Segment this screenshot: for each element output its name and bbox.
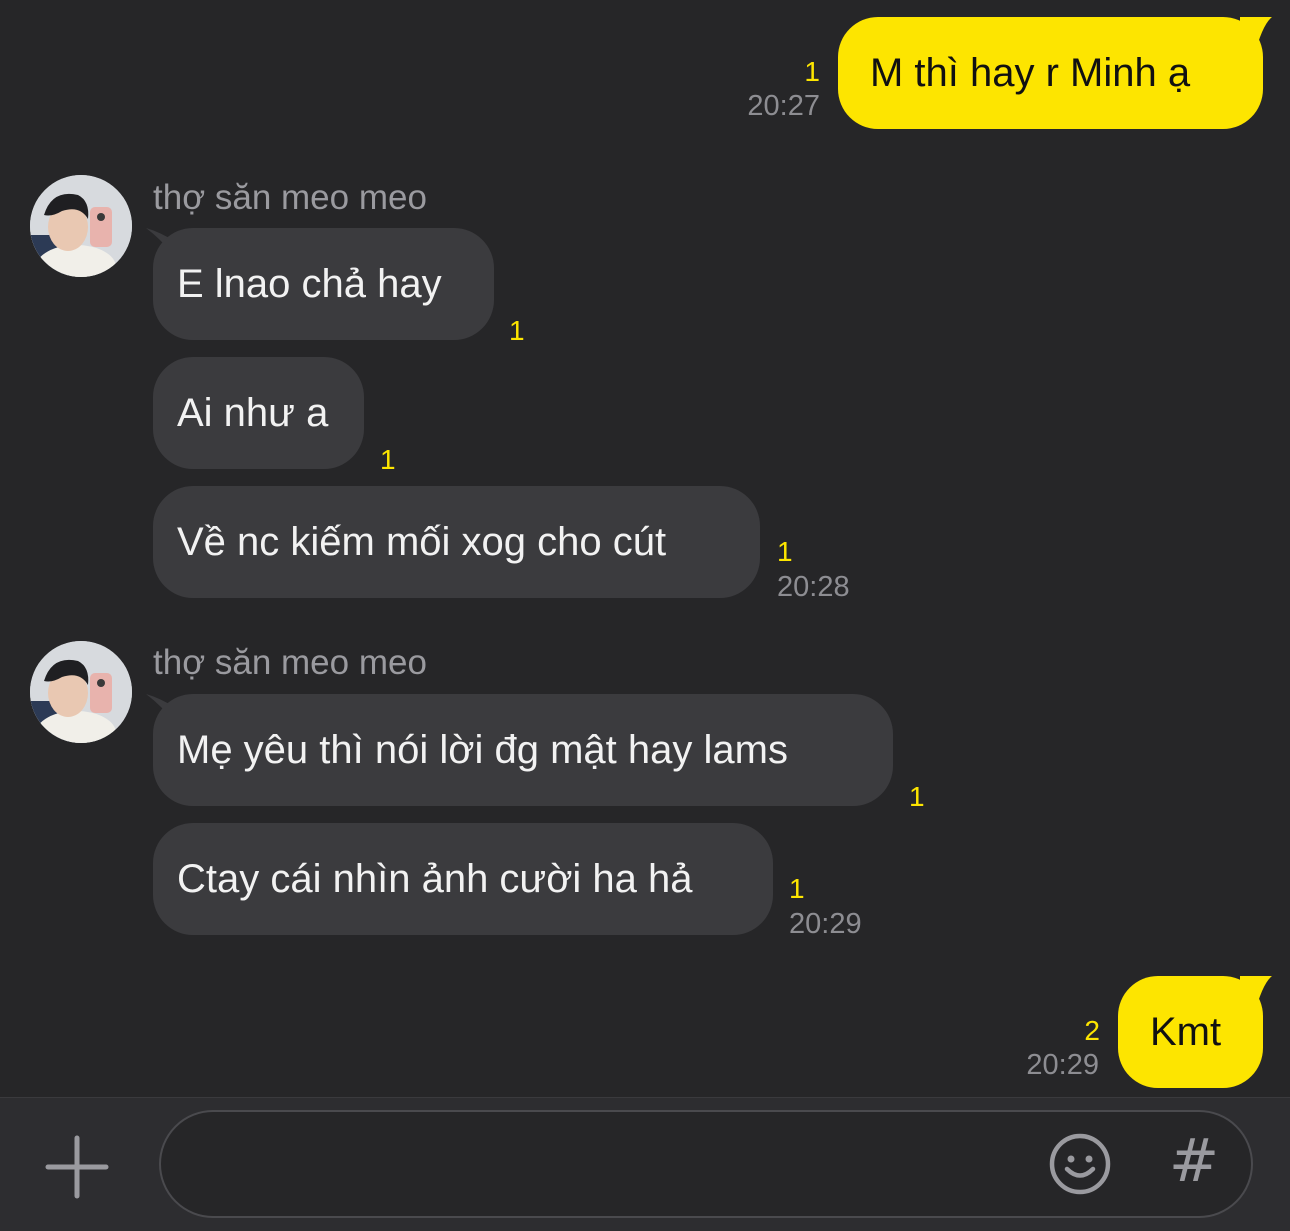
their-message-bubble[interactable]: Ctay cái nhìn ảnh cười ha hả (153, 823, 773, 935)
plus-icon[interactable] (44, 1134, 110, 1200)
message-time: 20:29 (789, 908, 862, 940)
unread-count: 1 (909, 781, 925, 812)
unread-count: 1 (380, 444, 396, 475)
bubble-tail (1240, 17, 1272, 57)
their-message-bubble[interactable]: E lnao chả hay (153, 228, 494, 340)
their-message-bubble[interactable]: Mẹ yêu thì nói lời đg mật hay lams (153, 694, 893, 806)
unread-count: 1 (777, 536, 793, 567)
message-time: 20:29 (1026, 1049, 1099, 1081)
sender-name: thợ săn meo meo (153, 178, 427, 217)
my-message-bubble[interactable]: M thì hay r Minh ạ (838, 17, 1263, 129)
unread-count: 1 (789, 873, 805, 904)
sender-name: thợ săn meo meo (153, 643, 427, 682)
chat-area[interactable]: 1 20:27 M thì hay r Minh ạ thợ săn meo m… (0, 0, 1290, 1097)
hashtag-button[interactable]: # (1168, 1126, 1220, 1196)
bubble-tail (1240, 976, 1272, 1016)
smiley-icon[interactable] (1048, 1132, 1112, 1196)
their-message-bubble[interactable]: Ai như a (153, 357, 364, 469)
avatar[interactable] (30, 175, 132, 277)
message-time: 20:27 (747, 90, 820, 122)
avatar[interactable] (30, 641, 132, 743)
message-time: 20:28 (777, 571, 850, 603)
their-message-bubble[interactable]: Về nc kiếm mối xog cho cút (153, 486, 760, 598)
unread-count: 1 (804, 56, 820, 87)
unread-count: 2 (1084, 1015, 1100, 1046)
unread-count: 1 (509, 315, 525, 346)
